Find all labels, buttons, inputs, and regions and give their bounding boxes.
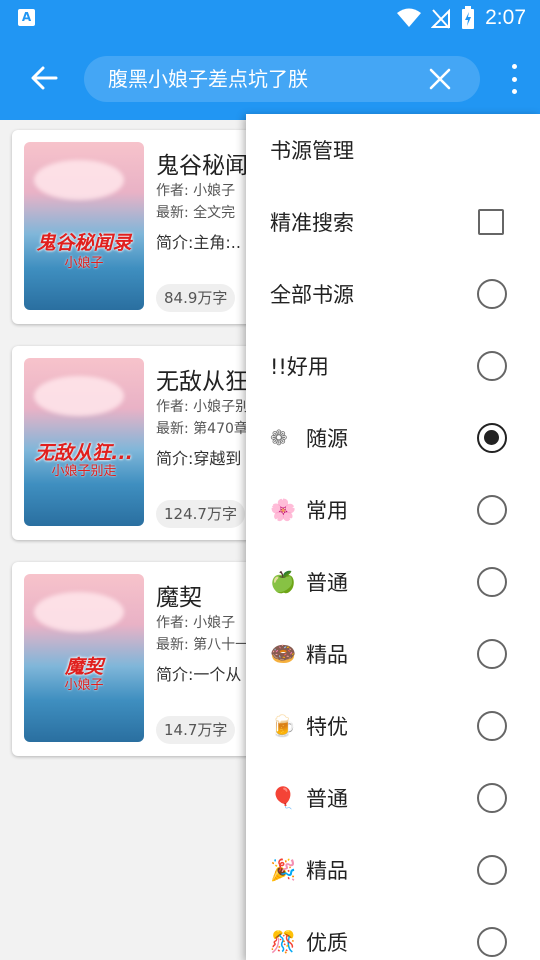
menu-item-group[interactable]: 🎈 普通 xyxy=(246,762,540,834)
radio-button-selected[interactable] xyxy=(477,423,507,453)
menu-item-label: !!好用 xyxy=(270,355,329,379)
search-query: 腹黑小娘子差点坑了朕 xyxy=(108,67,308,91)
menu-item-group[interactable]: 🎉 精品 xyxy=(246,834,540,906)
back-button[interactable] xyxy=(22,56,66,100)
radio-button[interactable] xyxy=(477,855,507,885)
search-input[interactable]: 腹黑小娘子差点坑了朕 xyxy=(84,56,480,102)
status-bar: A 2:07 xyxy=(0,0,540,36)
word-count-badge: 124.7万字 xyxy=(156,500,245,528)
beer-icon: 🍺 xyxy=(270,713,297,738)
more-options-button[interactable] xyxy=(508,64,520,94)
menu-item-group[interactable]: !!好用 xyxy=(246,330,540,402)
book-latest: 最新: 第八十一 xyxy=(156,637,250,653)
source-menu: 书源管理 精准搜索 全部书源 !!好用 ❁ 随源 🌸 常用 🍏 普通 🍩 精品 🍺 特优 … xyxy=(246,114,540,960)
menu-item-group[interactable]: 🍏 普通 xyxy=(246,546,540,618)
menu-item-label: 常用 xyxy=(306,499,348,523)
donut-icon: 🍩 xyxy=(270,641,297,666)
menu-item-all-sources[interactable]: 全部书源 xyxy=(246,258,540,330)
book-title: 鬼谷秘闻 xyxy=(156,153,248,179)
close-icon[interactable] xyxy=(428,67,452,91)
book-cover: 魔契 小娘子 xyxy=(24,574,144,742)
app-notification-icon: A xyxy=(18,9,35,26)
book-author: 作者: 小娘子 xyxy=(156,183,236,199)
battery-charging-icon xyxy=(462,6,475,29)
menu-item-precise-search[interactable]: 精准搜索 xyxy=(246,186,540,258)
menu-item-label: 普通 xyxy=(306,787,348,811)
radio-button[interactable] xyxy=(477,783,507,813)
book-author: 作者: 小娘子别 xyxy=(156,399,250,415)
confetti-ball-icon: 🎊 xyxy=(270,929,297,954)
radio-button[interactable] xyxy=(477,927,507,957)
cover-author: 小娘子 xyxy=(64,678,104,693)
toolbar: 腹黑小娘子差点坑了朕 xyxy=(0,36,540,120)
radio-button[interactable] xyxy=(477,639,507,669)
status-icons: 2:07 xyxy=(397,0,526,36)
book-author: 作者: 小娘子 xyxy=(156,615,236,631)
menu-item-group[interactable]: 🍺 特优 xyxy=(246,690,540,762)
menu-item-group[interactable]: 🍩 精品 xyxy=(246,618,540,690)
clock: 2:07 xyxy=(485,6,526,29)
book-cover: 无敌从狂... 小娘子别走 xyxy=(24,358,144,526)
word-count-badge: 84.9万字 xyxy=(156,284,236,312)
menu-item-label: 优质 xyxy=(306,931,348,955)
radio-button[interactable] xyxy=(477,711,507,741)
menu-item-group[interactable]: 🎊 优质 xyxy=(246,906,540,960)
apple-icon: 🍏 xyxy=(270,569,297,594)
menu-item-label: 普通 xyxy=(306,571,348,595)
flower-icon: ❁ xyxy=(270,426,288,450)
radio-button[interactable] xyxy=(477,495,507,525)
book-latest: 最新: 第470章 xyxy=(156,421,248,437)
book-title: 无敌从狂 xyxy=(156,369,248,395)
book-cover: 鬼谷秘闻录 小娘子 xyxy=(24,142,144,310)
party-popper-icon: 🎉 xyxy=(270,857,297,882)
menu-item-source-manage[interactable]: 书源管理 xyxy=(246,114,540,186)
menu-item-label: 随源 xyxy=(306,427,348,451)
cover-title: 鬼谷秘闻录 xyxy=(36,232,132,254)
radio-button[interactable] xyxy=(477,351,507,381)
arrow-left-icon xyxy=(31,66,58,90)
menu-item-label: 特优 xyxy=(306,715,348,739)
menu-item-label: 精品 xyxy=(306,859,348,883)
menu-item-label: 全部书源 xyxy=(270,283,354,307)
checkbox[interactable] xyxy=(478,209,504,235)
radio-button[interactable] xyxy=(477,279,507,309)
menu-item-label: 精品 xyxy=(306,643,348,667)
word-count-badge: 14.7万字 xyxy=(156,716,236,744)
menu-item-group[interactable]: 🌸 常用 xyxy=(246,474,540,546)
menu-item-label: 书源管理 xyxy=(270,139,354,163)
menu-item-group[interactable]: ❁ 随源 xyxy=(246,402,540,474)
radio-button[interactable] xyxy=(477,567,507,597)
cover-author: 小娘子 xyxy=(64,256,104,271)
menu-item-label: 精准搜索 xyxy=(270,211,354,235)
cover-author: 小娘子别走 xyxy=(51,464,117,479)
book-latest: 最新: 全文完 xyxy=(156,205,236,221)
balloon-icon: 🎈 xyxy=(270,785,297,810)
book-title: 魔契 xyxy=(156,585,202,611)
cherry-blossom-icon: 🌸 xyxy=(270,497,297,522)
wifi-icon xyxy=(397,8,422,27)
no-signal-icon xyxy=(431,8,451,29)
